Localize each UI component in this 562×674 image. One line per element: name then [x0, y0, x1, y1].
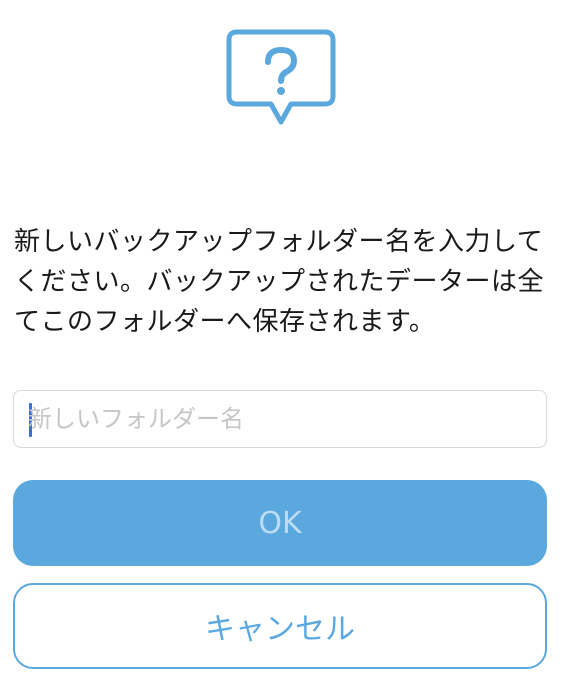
folder-name-field[interactable]: [13, 390, 547, 448]
question-speech-bubble-icon: [226, 29, 336, 125]
folder-name-input[interactable]: [28, 391, 533, 447]
ok-button[interactable]: OK: [13, 480, 547, 566]
dialog-message: 新しいバックアップフォルダー名を入力してください。バックアップされたデーターは全…: [14, 227, 545, 337]
cancel-button[interactable]: キャンセル: [13, 583, 547, 669]
